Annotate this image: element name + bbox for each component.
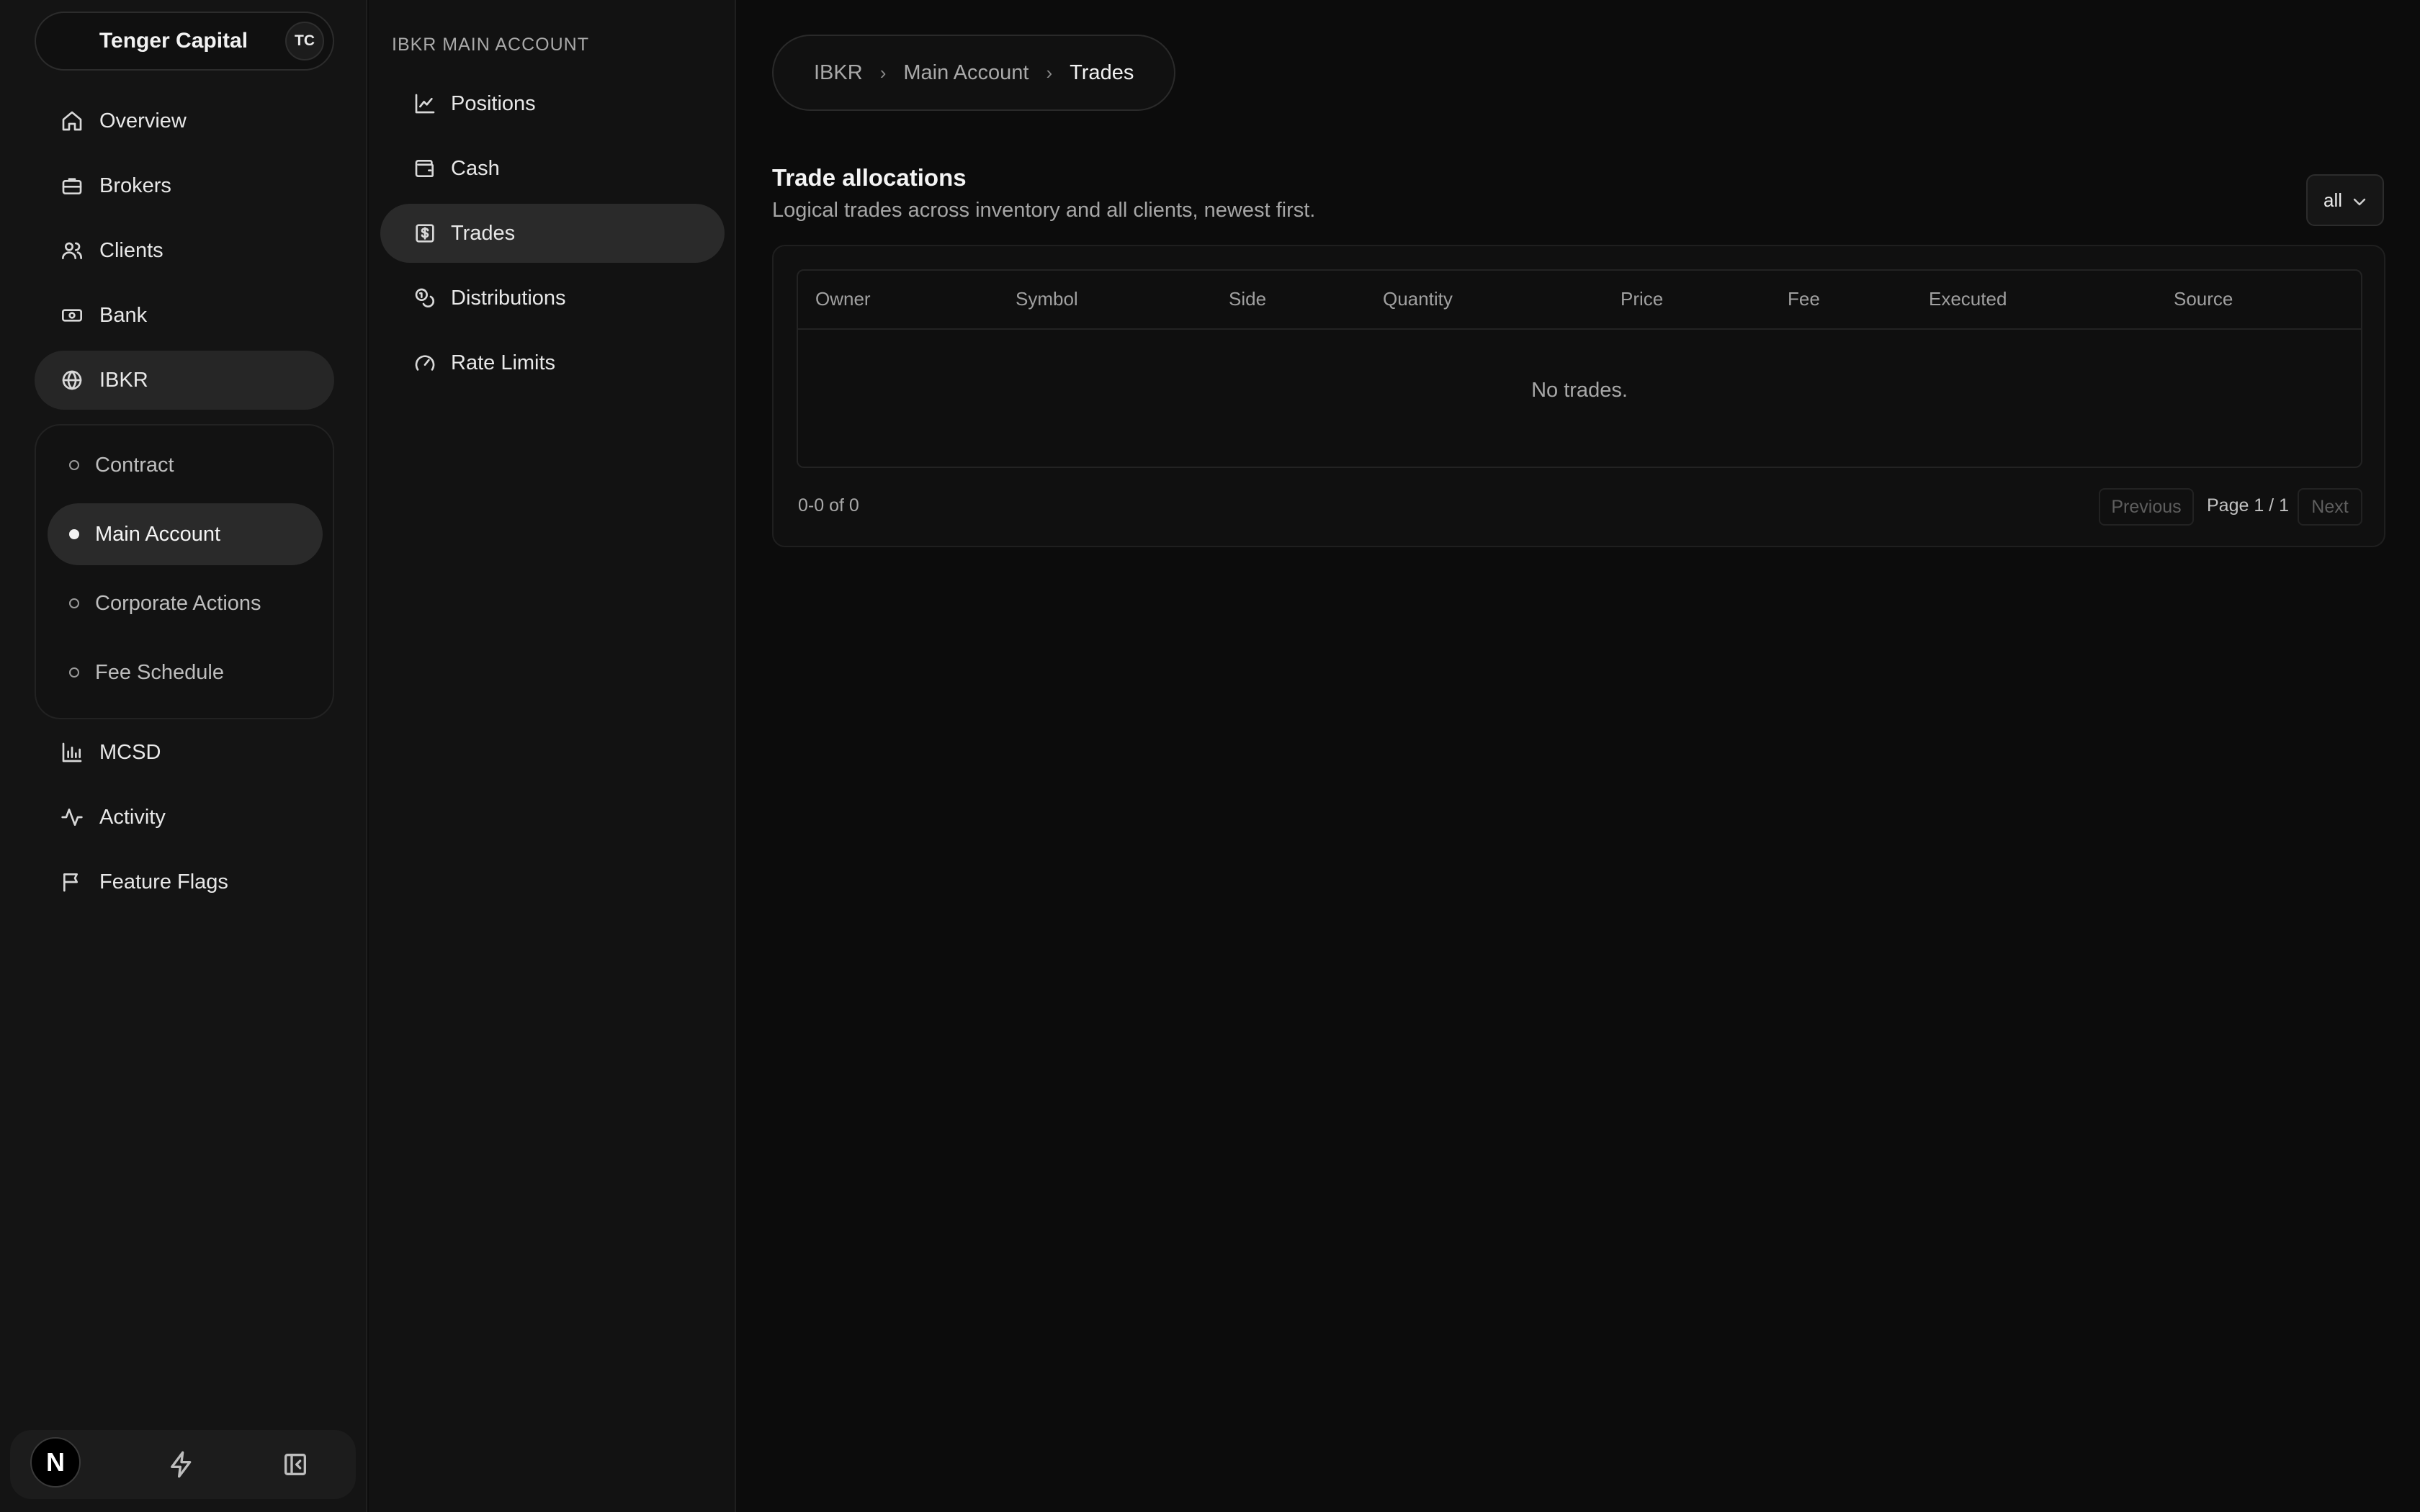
- section-subtitle: Logical trades across inventory and all …: [772, 199, 1316, 222]
- collapse-sidebar-button[interactable]: [281, 1450, 310, 1479]
- sub-item-corporate-actions[interactable]: Corporate Actions: [48, 572, 323, 634]
- subnav-trades[interactable]: Trades: [380, 204, 725, 263]
- lightning-icon: [171, 1451, 192, 1478]
- sub-item-main-account[interactable]: Main Account: [48, 503, 323, 565]
- activity-icon: [61, 809, 83, 826]
- breadcrumb-current: Trades: [1070, 60, 1134, 84]
- sub-item-label: Corporate Actions: [95, 591, 261, 615]
- nav-mcsd[interactable]: MCSD: [35, 723, 334, 782]
- section-title: Trade allocations: [772, 164, 967, 191]
- sub-item-contract[interactable]: Contract: [48, 434, 323, 496]
- sub-item-fee-schedule[interactable]: Fee Schedule: [48, 642, 323, 703]
- column-header-price: Price: [1621, 288, 1664, 310]
- previous-page-button[interactable]: Previous: [2099, 488, 2194, 526]
- nav-brokers-label: Brokers: [99, 174, 171, 197]
- next-logo-button[interactable]: N: [30, 1437, 81, 1488]
- nav-ibkr-label: IBKR: [99, 368, 148, 392]
- trades-card: Owner Symbol Side Quantity Price Fee Exe…: [772, 245, 2385, 547]
- sub-item-label: Main Account: [95, 522, 221, 546]
- bar-chart-icon: [62, 742, 82, 762]
- nav-bank[interactable]: Bank: [35, 286, 334, 345]
- breadcrumb: IBKR › Main Account › Trades: [772, 35, 1176, 111]
- nav-clients-label: Clients: [99, 238, 163, 262]
- gauge-icon: [415, 355, 435, 371]
- column-header-owner: Owner: [815, 288, 871, 310]
- bullet-icon: [69, 460, 79, 470]
- users-icon: [62, 242, 82, 259]
- account-subnav: IBKR MAIN ACCOUNT Positions Cash Trades …: [369, 0, 736, 1512]
- chevron-right-icon: ›: [879, 61, 887, 84]
- dollar-receipt-icon: [416, 224, 434, 243]
- nav-clients[interactable]: Clients: [35, 221, 334, 280]
- briefcase-icon: [62, 178, 82, 194]
- column-header-executed: Executed: [1929, 288, 2007, 310]
- next-page-button[interactable]: Next: [2298, 488, 2362, 526]
- wallet-icon: [415, 160, 434, 177]
- subnav-cash[interactable]: Cash: [380, 139, 725, 198]
- subnav-positions[interactable]: Positions: [380, 74, 725, 133]
- column-header-source: Source: [2174, 288, 2233, 310]
- nav-activity-label: Activity: [99, 805, 166, 829]
- nav-ibkr[interactable]: IBKR: [35, 351, 334, 410]
- subnav-positions-label: Positions: [451, 91, 536, 115]
- owner-filter-select[interactable]: all: [2306, 174, 2384, 226]
- subnav-trades-label: Trades: [451, 221, 516, 245]
- org-switcher[interactable]: Tenger Capital TC: [35, 12, 334, 71]
- subnav-rate-limits[interactable]: Rate Limits: [380, 333, 725, 392]
- page-indicator: Page 1 / 1: [2207, 495, 2289, 516]
- column-header-fee: Fee: [1788, 288, 1820, 310]
- org-name: Tenger Capital: [99, 29, 248, 53]
- nav-overview-label: Overview: [99, 109, 187, 132]
- filter-value: all: [2323, 189, 2343, 211]
- nav-bank-label: Bank: [99, 303, 148, 327]
- nav-mcsd-label: MCSD: [99, 740, 161, 764]
- bullet-icon: [69, 598, 79, 608]
- sidebar-footer: N: [10, 1430, 356, 1499]
- nav-overview[interactable]: Overview: [35, 91, 334, 150]
- nav-activity[interactable]: Activity: [35, 788, 334, 847]
- org-avatar: TC: [285, 22, 324, 60]
- column-header-side: Side: [1229, 288, 1267, 310]
- pagination-range: 0-0 of 0: [798, 495, 859, 516]
- ibkr-subnav: Contract Main Account Corporate Actions …: [35, 424, 334, 719]
- panel-collapse-icon: [284, 1454, 306, 1475]
- bullet-icon: [69, 529, 79, 539]
- chevron-right-icon: ›: [1046, 61, 1053, 84]
- sub-item-label: Fee Schedule: [95, 660, 224, 684]
- sub-item-label: Contract: [95, 453, 174, 477]
- subnav-rate-limits-label: Rate Limits: [451, 351, 556, 374]
- table-header: Owner Symbol Side Quantity Price Fee Exe…: [798, 271, 2361, 330]
- subnav-distributions-label: Distributions: [451, 286, 566, 310]
- subnav-cash-label: Cash: [451, 156, 500, 180]
- banknote-icon: [62, 309, 82, 322]
- chevron-down-icon: [2353, 198, 2366, 206]
- empty-state: No trades.: [1531, 379, 1628, 402]
- globe-icon: [62, 370, 82, 390]
- column-header-quantity: Quantity: [1383, 288, 1453, 310]
- flag-icon: [63, 873, 78, 892]
- subnav-title: IBKR MAIN ACCOUNT: [392, 35, 589, 55]
- nav-feature-flags-label: Feature Flags: [99, 870, 228, 894]
- line-chart-icon: [415, 94, 435, 114]
- coins-icon: [415, 288, 434, 307]
- main-sidebar: Tenger Capital TC Overview Brokers Clien…: [0, 0, 367, 1512]
- subnav-distributions[interactable]: Distributions: [380, 269, 725, 328]
- quick-action-button[interactable]: [167, 1450, 196, 1479]
- trades-table: Owner Symbol Side Quantity Price Fee Exe…: [797, 269, 2362, 468]
- nav-brokers[interactable]: Brokers: [35, 156, 334, 215]
- column-header-symbol: Symbol: [1016, 288, 1078, 310]
- breadcrumb-main-account[interactable]: Main Account: [903, 61, 1028, 85]
- bullet-icon: [69, 667, 79, 678]
- nav-feature-flags[interactable]: Feature Flags: [35, 852, 334, 912]
- home-icon: [62, 111, 82, 131]
- breadcrumb-ibkr[interactable]: IBKR: [814, 61, 863, 85]
